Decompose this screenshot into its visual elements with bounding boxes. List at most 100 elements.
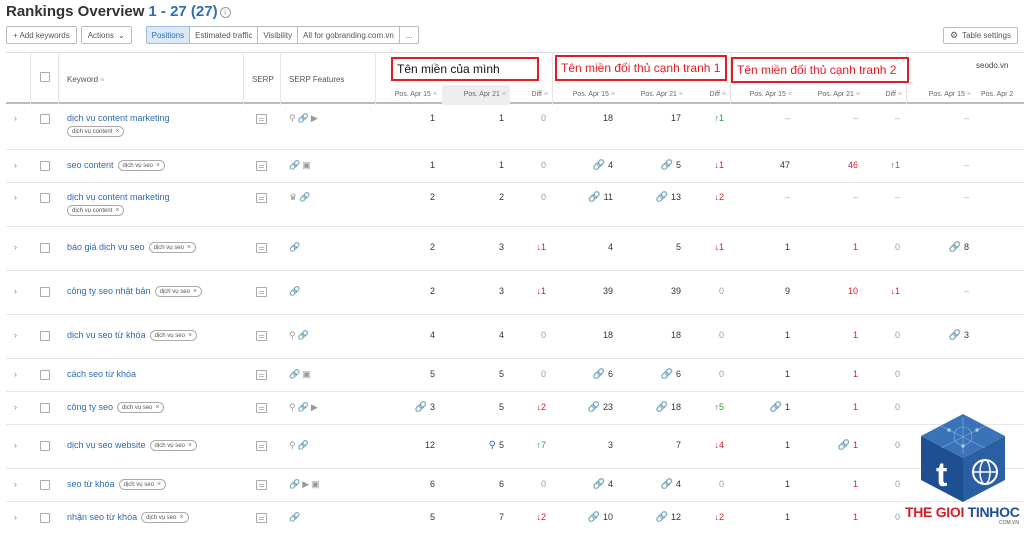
expand-row-icon[interactable]: › xyxy=(14,440,17,450)
remove-tag-icon[interactable]: × xyxy=(193,288,197,295)
keyword-tag[interactable]: dịch vụ seo × xyxy=(148,242,197,254)
keyword-tag[interactable]: dịch vụ content × xyxy=(67,205,125,216)
keyword-link[interactable]: cách seo từ khóa xyxy=(67,369,136,379)
remove-tag-icon[interactable]: × xyxy=(115,128,119,135)
keyword-link[interactable]: dịch vụ seo từ khóa dịch vụ seo × xyxy=(67,330,198,342)
expand-row-icon[interactable]: › xyxy=(14,242,17,252)
expand-row-icon[interactable]: › xyxy=(14,330,17,340)
more-tabs-button[interactable]: ... xyxy=(399,26,420,44)
keyword-link[interactable]: dịch vụ seo website dịch vụ seo × xyxy=(67,440,197,452)
keyword-tag[interactable]: dịch vụ content × xyxy=(67,126,125,137)
remove-tag-icon[interactable]: × xyxy=(179,514,183,521)
keyword-text[interactable]: seo content xyxy=(67,160,114,170)
keyword-text[interactable]: công ty seo xyxy=(67,402,113,412)
keyword-text[interactable]: nhận seo từ khóa xyxy=(67,512,137,522)
row-checkbox[interactable] xyxy=(40,370,50,380)
serp-snapshot-icon[interactable] xyxy=(256,331,267,341)
serp-snapshot-icon[interactable] xyxy=(256,441,267,451)
tab-all-for-domain[interactable]: All for gobranding.com.vn xyxy=(298,26,400,44)
row-checkbox[interactable] xyxy=(40,114,50,124)
row-checkbox[interactable] xyxy=(40,287,50,297)
expand-row-icon[interactable]: › xyxy=(14,479,17,489)
remove-tag-icon[interactable]: × xyxy=(188,442,192,449)
keyword-tag[interactable]: dịch vụ seo × xyxy=(141,512,189,524)
row-checkbox[interactable] xyxy=(40,331,50,341)
serp-snapshot-icon[interactable] xyxy=(256,243,267,253)
keyword-text[interactable]: dịch vụ seo website xyxy=(67,440,146,450)
keyword-text[interactable]: seo từ khóa xyxy=(67,479,115,489)
keyword-link[interactable]: dịch vụ content marketing xyxy=(67,113,170,123)
diff-header-2[interactable]: Diff ≡ xyxy=(687,85,730,105)
keyword-link[interactable]: seo từ khóa dịch vụ seo × xyxy=(67,479,167,491)
table-settings-button[interactable]: ⚙ Table settings xyxy=(943,27,1018,44)
expand-row-icon[interactable]: › xyxy=(14,160,17,170)
keyword-link[interactable]: nhận seo từ khóa dịch vụ seo × xyxy=(67,512,189,524)
keyword-link[interactable]: báo giá dịch vụ seo dịch vụ seo × xyxy=(67,242,197,254)
add-keywords-button[interactable]: + Add keywords xyxy=(6,26,77,44)
pos-apr15-header-1[interactable]: Pos. Apr 15 ≡ xyxy=(376,85,441,105)
tab-positions[interactable]: Positions xyxy=(145,26,191,44)
expand-row-icon[interactable]: › xyxy=(14,369,17,379)
keyword-tag[interactable]: dịch vụ seo × xyxy=(117,402,165,414)
keyword-text[interactable]: dịch vụ seo từ khóa xyxy=(67,330,146,340)
keyword-tag[interactable]: dịch vụ seo × xyxy=(117,160,165,172)
keyword-link[interactable]: công ty seo dịch vụ seo × xyxy=(67,402,165,414)
serp-snapshot-icon[interactable] xyxy=(256,370,267,380)
row-checkbox[interactable] xyxy=(40,193,50,203)
expand-row-icon[interactable]: › xyxy=(14,512,17,522)
row-checkbox[interactable] xyxy=(40,243,50,253)
expand-row-icon[interactable]: › xyxy=(14,113,17,123)
remove-tag-icon[interactable]: × xyxy=(187,244,191,251)
expand-row-icon[interactable]: › xyxy=(14,192,17,202)
diff-header-3[interactable]: Diff ≡ xyxy=(864,85,906,105)
competitor-1-value: 🔗 11 xyxy=(588,192,613,203)
keyword-tag[interactable]: dịch vụ seo × xyxy=(154,286,203,298)
pos-apr21-header-1[interactable]: Pos. Apr 21 ≡ xyxy=(442,85,510,105)
keyword-link[interactable]: dịch vụ content marketing xyxy=(67,192,170,202)
serp-snapshot-icon[interactable] xyxy=(256,161,267,171)
keyword-link[interactable]: công ty seo nhật bản dịch vụ seo × xyxy=(67,286,203,298)
pos-apr15-header-4[interactable]: Pos. Apr 15 ≡ xyxy=(907,85,975,105)
row-checkbox[interactable] xyxy=(40,403,50,413)
keyword-column-header[interactable]: Keyword ≡ xyxy=(67,75,104,84)
keyword-tag[interactable]: dịch vụ seo × xyxy=(118,479,167,491)
serp-snapshot-icon[interactable] xyxy=(256,193,267,203)
serp-snapshot-icon[interactable] xyxy=(256,480,267,490)
keyword-tag[interactable]: dịch vụ seo × xyxy=(149,330,198,342)
row-checkbox[interactable] xyxy=(40,513,50,523)
row-checkbox[interactable] xyxy=(40,480,50,490)
remove-tag-icon[interactable]: × xyxy=(115,207,119,214)
expand-row-icon[interactable]: › xyxy=(14,286,17,296)
diff-header-1[interactable]: Diff ≡ xyxy=(510,85,552,105)
info-icon[interactable]: i xyxy=(219,6,231,18)
tab-visibility[interactable]: Visibility xyxy=(258,26,299,44)
keyword-text[interactable]: báo giá dịch vụ seo xyxy=(67,242,145,252)
actions-dropdown[interactable]: Actions ⌄ xyxy=(80,26,132,44)
expand-row-icon[interactable]: › xyxy=(14,402,17,412)
tab-estimated-traffic[interactable]: Estimated traffic xyxy=(190,26,259,44)
serp-snapshot-icon[interactable] xyxy=(256,403,267,413)
row-checkbox[interactable] xyxy=(40,161,50,171)
remove-tag-icon[interactable]: × xyxy=(155,404,159,411)
keyword-link[interactable]: seo content dịch vụ seo × xyxy=(67,160,165,172)
pos-apr21-header-2[interactable]: Pos. Apr 21 ≡ xyxy=(619,85,687,105)
keyword-text[interactable]: dịch vụ content marketing xyxy=(67,113,170,123)
pos-apr15-header-3[interactable]: Pos. Apr 15 ≡ xyxy=(731,85,796,105)
row-checkbox[interactable] xyxy=(40,441,50,451)
select-all-checkbox[interactable] xyxy=(40,72,50,82)
pos-apr2-header-4[interactable]: Pos. Apr 2 xyxy=(975,85,1024,105)
keyword-text[interactable]: cách seo từ khóa xyxy=(67,369,136,379)
own-domain-value: 1 xyxy=(498,160,504,170)
serp-snapshot-icon[interactable] xyxy=(256,513,267,523)
pos-apr15-header-2[interactable]: Pos. Apr 15 ≡ xyxy=(553,85,619,105)
own-domain-value: 5 xyxy=(498,402,504,412)
serp-snapshot-icon[interactable] xyxy=(256,114,267,124)
keyword-tag[interactable]: dịch vụ seo × xyxy=(149,440,197,452)
remove-tag-icon[interactable]: × xyxy=(157,481,161,488)
remove-tag-icon[interactable]: × xyxy=(156,162,160,169)
serp-snapshot-icon[interactable] xyxy=(256,287,267,297)
keyword-text[interactable]: dịch vụ content marketing xyxy=(67,192,170,202)
pos-apr21-header-3[interactable]: Pos. Apr 21 ≡ xyxy=(796,85,864,105)
keyword-text[interactable]: công ty seo nhật bản xyxy=(67,286,151,296)
remove-tag-icon[interactable]: × xyxy=(188,332,192,339)
